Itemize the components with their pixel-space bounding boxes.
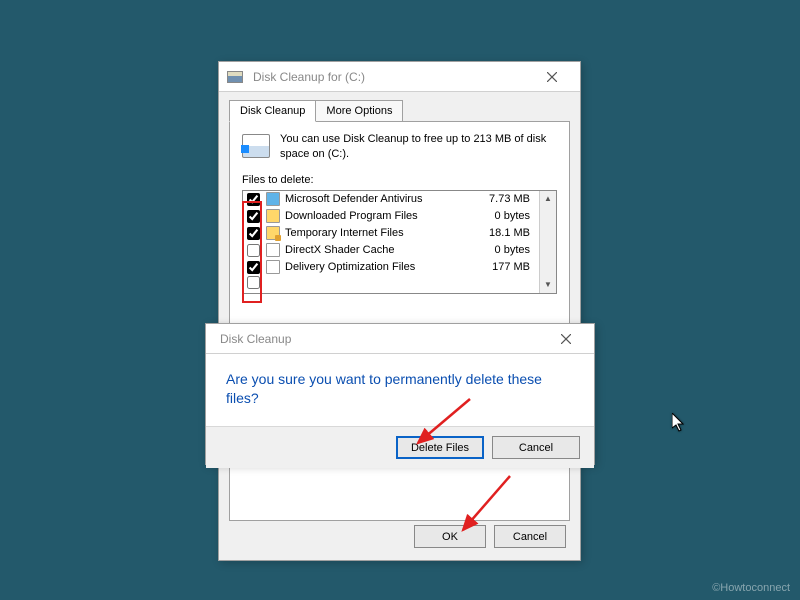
item-label: DirectX Shader Cache: [285, 244, 495, 256]
scroll-down-icon[interactable]: ▼: [540, 277, 556, 293]
watermark: ©Howtoconnect: [712, 582, 790, 594]
confirm-body: Are you sure you want to permanently del…: [206, 354, 594, 426]
files-list: Microsoft Defender Antivirus 7.73 MB Dow…: [242, 190, 557, 294]
checkbox-directx[interactable]: [247, 244, 260, 257]
list-item[interactable]: Downloaded Program Files 0 bytes: [243, 208, 556, 225]
list-item[interactable]: Temporary Internet Files 18.1 MB: [243, 225, 556, 242]
checkbox-downloaded[interactable]: [247, 210, 260, 223]
tab-strip: Disk Cleanup More Options: [219, 92, 580, 122]
cursor-icon: [672, 413, 686, 433]
delete-files-button[interactable]: Delete Files: [396, 436, 484, 459]
list-item[interactable]: Microsoft Defender Antivirus 7.73 MB: [243, 191, 556, 208]
checkbox-delivery[interactable]: [247, 261, 260, 274]
confirm-titlebar: Disk Cleanup: [206, 324, 594, 354]
confirm-dialog: Disk Cleanup Are you sure you want to pe…: [205, 323, 595, 465]
item-size: 7.73 MB: [489, 193, 534, 205]
item-size: 0 bytes: [495, 244, 534, 256]
disk-cleanup-window: Disk Cleanup for (C:) Disk Cleanup More …: [218, 61, 581, 561]
info-row: You can use Disk Cleanup to free up to 2…: [242, 132, 557, 162]
folder-icon: [266, 192, 280, 206]
files-to-delete-label: Files to delete:: [242, 174, 557, 186]
info-text: You can use Disk Cleanup to free up to 2…: [280, 132, 557, 162]
item-label: Delivery Optimization Files: [285, 261, 492, 273]
list-item[interactable]: DirectX Shader Cache 0 bytes: [243, 242, 556, 259]
ok-button[interactable]: OK: [414, 525, 486, 548]
scrollbar[interactable]: ▲ ▼: [539, 191, 556, 293]
list-item[interactable]: Delivery Optimization Files 177 MB: [243, 259, 556, 276]
item-label: Microsoft Defender Antivirus: [285, 193, 489, 205]
checkbox-temp-internet[interactable]: [247, 227, 260, 240]
item-size: 177 MB: [492, 261, 534, 273]
tab-disk-cleanup[interactable]: Disk Cleanup: [229, 100, 316, 122]
item-label: Downloaded Program Files: [285, 210, 495, 222]
list-item-partial[interactable]: [243, 276, 556, 290]
item-size: 18.1 MB: [489, 227, 534, 239]
lock-folder-icon: [266, 226, 280, 240]
checkbox-partial[interactable]: [247, 276, 260, 289]
window-title: Disk Cleanup for (C:): [249, 70, 532, 84]
file-icon: [266, 260, 280, 274]
tab-more-options[interactable]: More Options: [315, 100, 403, 122]
close-button[interactable]: [532, 64, 572, 90]
dialog-buttons: OK Cancel: [414, 525, 566, 548]
titlebar: Disk Cleanup for (C:): [219, 62, 580, 92]
confirm-title: Disk Cleanup: [214, 332, 546, 346]
file-icon: [266, 243, 280, 257]
confirm-message: Are you sure you want to permanently del…: [226, 370, 574, 408]
confirm-buttons: Delete Files Cancel: [206, 426, 594, 468]
item-label: Temporary Internet Files: [285, 227, 489, 239]
checkbox-defender[interactable]: [247, 193, 260, 206]
disk-cleanup-icon: [227, 71, 243, 83]
scroll-up-icon[interactable]: ▲: [540, 191, 556, 207]
close-button[interactable]: [546, 326, 586, 352]
drive-icon: [242, 134, 270, 158]
folder-icon: [266, 209, 280, 223]
cancel-button[interactable]: Cancel: [492, 436, 580, 459]
cancel-button[interactable]: Cancel: [494, 525, 566, 548]
item-size: 0 bytes: [495, 210, 534, 222]
